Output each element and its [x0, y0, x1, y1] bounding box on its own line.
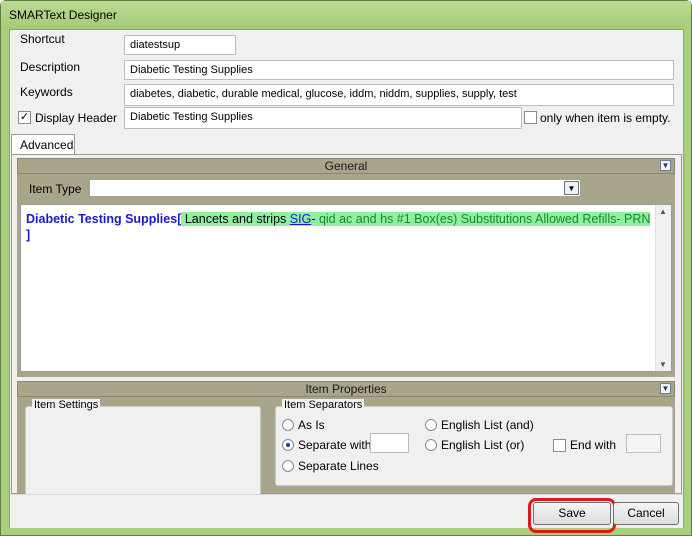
smartext-editor[interactable]: Diabetic Testing Supplies[ Lancets and s… — [20, 204, 672, 372]
english-list-or-label: English List (or) — [441, 438, 525, 452]
editor-header-text: Diabetic Testing Supplies — [26, 212, 178, 226]
general-section-body: Item Type ▼ Diabetic Testing Supplies[ L… — [17, 174, 675, 377]
item-properties-body: Item Settings Item Separators As Is Sepa… — [17, 397, 675, 496]
description-field[interactable]: Diabetic Testing Supplies — [124, 60, 674, 80]
radio-english-list-and[interactable] — [425, 419, 437, 431]
collapse-general-icon[interactable]: ▼ — [660, 160, 671, 171]
editor-content: Diabetic Testing Supplies[ Lancets and s… — [26, 211, 656, 243]
tab-advanced[interactable]: Advanced — [11, 134, 75, 155]
end-with-checkbox[interactable] — [553, 439, 566, 452]
window-title: SMARText Designer — [9, 8, 117, 22]
dialog-client: Shortcut diatestsup Description Diabetic… — [9, 29, 684, 533]
title-bar[interactable]: SMARText Designer — [1, 1, 691, 29]
end-with-field[interactable] — [626, 434, 661, 453]
editor-close-bracket: ] — [26, 228, 31, 242]
shortcut-field[interactable]: diatestsup — [124, 35, 236, 55]
general-section-title: General — [324, 159, 368, 173]
lancets-text: Lancets and strips — [181, 212, 290, 226]
item-type-dropdown[interactable]: ▼ — [89, 179, 581, 197]
radio-english-list-or[interactable] — [425, 439, 437, 451]
shortcut-label: Shortcut — [20, 32, 65, 46]
separate-lines-label: Separate Lines — [298, 459, 379, 473]
refills-label: Refills — [582, 212, 617, 226]
display-header-checkbox[interactable]: ✓ — [18, 111, 31, 124]
item-separators-label: Item Separators — [282, 399, 365, 411]
cancel-button[interactable]: Cancel — [613, 502, 679, 525]
collapse-item-properties-icon[interactable]: ▼ — [660, 383, 671, 394]
editor-scrollbar[interactable]: ▲ ▼ — [655, 205, 671, 371]
radio-as-is[interactable] — [282, 419, 294, 431]
display-header-field[interactable]: Diabetic Testing Supplies — [124, 107, 522, 129]
advanced-tab-page: General ▼ Item Type ▼ Diabetic Testing S… — [11, 154, 682, 496]
smartext-designer-window: SMARText Designer Shortcut diatestsup De… — [0, 0, 692, 536]
general-section-header[interactable]: General ▼ — [17, 158, 675, 174]
end-with-label: End with — [570, 438, 617, 452]
item-settings-label: Item Settings — [32, 399, 101, 411]
keywords-label: Keywords — [20, 85, 73, 99]
item-settings-group: Item Settings — [25, 399, 261, 496]
save-button[interactable]: Save — [533, 502, 611, 525]
editor-sig[interactable]: SIG- — [289, 212, 319, 226]
item-type-label: Item Type — [29, 182, 82, 196]
only-when-empty-label: only when item is empty. — [540, 111, 671, 125]
editor-segment-lancets[interactable]: Lancets and strips — [181, 212, 290, 226]
scroll-down-icon[interactable]: ▼ — [659, 360, 667, 369]
only-when-empty-checkbox[interactable] — [524, 111, 537, 124]
refills-dash: - — [616, 212, 624, 226]
refills-value: PRN — [624, 212, 651, 226]
english-list-and-label: English List (and) — [441, 418, 534, 432]
display-header-label: Display Header — [35, 111, 118, 125]
scroll-up-icon[interactable]: ▲ — [659, 207, 667, 216]
keywords-field[interactable]: diabetes, diabetic, durable medical, glu… — [124, 84, 674, 106]
item-separators-group: Item Separators As Is Separate with Sepa… — [275, 399, 673, 486]
sig-dash: - — [311, 212, 319, 226]
radio-separate-lines[interactable] — [282, 460, 294, 472]
item-properties-header[interactable]: Item Properties ▼ — [17, 381, 675, 397]
sig-label: SIG — [289, 212, 312, 226]
editor-refills[interactable]: Refills- PRN — [582, 212, 651, 226]
separate-with-label: Separate with — [298, 438, 372, 452]
separate-with-field[interactable] — [370, 433, 409, 453]
radio-separate-with[interactable] — [282, 439, 294, 451]
item-properties-title: Item Properties — [305, 382, 387, 396]
description-label: Description — [20, 60, 81, 74]
dropdown-arrow-icon[interactable]: ▼ — [564, 181, 579, 195]
as-is-label: As Is — [298, 418, 325, 432]
editor-segment-sig-value[interactable]: qid ac and hs #1 Box(es) Substitutions A… — [318, 212, 583, 226]
